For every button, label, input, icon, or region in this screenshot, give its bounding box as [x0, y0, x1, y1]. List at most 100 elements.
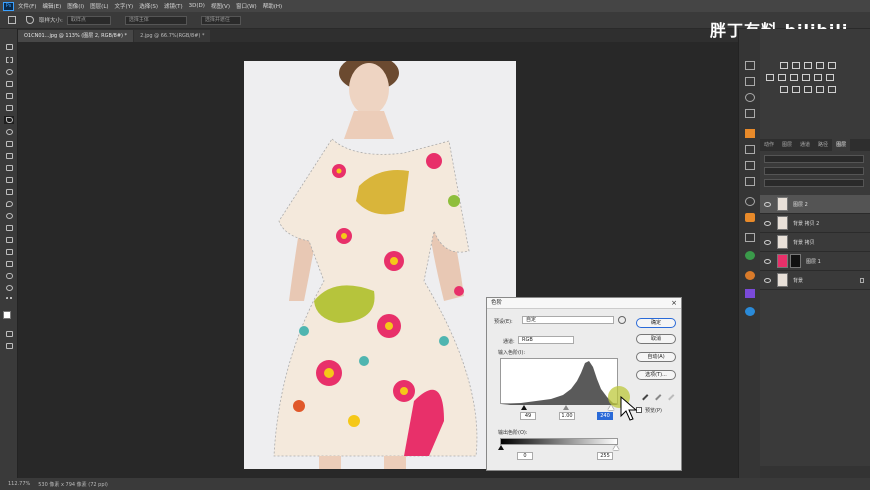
history-panel-icon[interactable] — [745, 61, 755, 70]
color-lookup-adj-icon[interactable] — [826, 74, 834, 81]
channel-mixer-adj-icon[interactable] — [814, 74, 822, 81]
bw-adj-icon[interactable] — [790, 74, 798, 81]
options-button[interactable]: 选项(T)... — [636, 370, 676, 380]
invert-adj-icon[interactable] — [780, 86, 788, 93]
type-tool-icon[interactable] — [4, 236, 14, 244]
color-panel-icon[interactable] — [745, 77, 755, 86]
ok-button[interactable]: 确定 — [636, 318, 676, 328]
plugin-ep-icon[interactable] — [745, 289, 755, 298]
tab-document-2[interactable]: 2.jpg @ 66.7%(RGB/8#) * — [134, 30, 211, 42]
adjustments-panel-icon[interactable] — [745, 109, 755, 118]
blur-tool-icon[interactable] — [4, 200, 14, 208]
path-select-tool-icon[interactable] — [4, 248, 14, 256]
plugin-green-icon[interactable] — [745, 251, 755, 260]
character-panel-icon[interactable] — [745, 145, 755, 154]
menu-filter[interactable]: 滤镜(T) — [164, 2, 183, 10]
menu-file[interactable]: 文件(F) — [18, 2, 36, 10]
brush-panel-icon[interactable] — [745, 177, 755, 186]
quick-select-tool-icon[interactable] — [4, 80, 14, 88]
hue-adj-icon[interactable] — [766, 74, 774, 81]
lasso-tool-icon[interactable] — [4, 68, 14, 76]
history-brush-tool-icon[interactable] — [4, 164, 14, 172]
hand-tool-icon[interactable] — [4, 272, 14, 280]
eyedropper-tool-icon[interactable] — [4, 116, 14, 124]
lock-row[interactable] — [764, 179, 864, 187]
visibility-eye-icon[interactable] — [764, 258, 771, 264]
cancel-button[interactable]: 取消 — [636, 334, 676, 344]
plugin-orange-icon[interactable] — [745, 271, 755, 280]
select-subject-field[interactable]: 选择主体 — [124, 15, 187, 25]
preset-gear-icon[interactable] — [618, 316, 626, 324]
eyedropper-icon[interactable] — [26, 16, 34, 24]
stamp-tool-icon[interactable] — [4, 152, 14, 160]
marquee-tool-icon[interactable] — [4, 56, 14, 64]
move-tool-icon[interactable] — [4, 43, 14, 51]
color-balance-adj-icon[interactable] — [778, 74, 786, 81]
gradient-tool-icon[interactable] — [4, 188, 14, 196]
crop-tool-icon[interactable] — [4, 92, 14, 100]
brush-tool-icon[interactable] — [4, 140, 14, 148]
sample-size-select[interactable]: 取样点 — [66, 15, 111, 25]
zoom-tool-icon[interactable] — [4, 284, 14, 292]
visibility-eye-icon[interactable] — [764, 239, 771, 245]
document-canvas[interactable] — [244, 61, 516, 469]
tab-layers-1[interactable]: 图层 — [778, 139, 796, 151]
levels-adj-icon[interactable] — [792, 62, 800, 69]
home-icon[interactable] — [8, 16, 16, 24]
output-black-field[interactable]: 0 — [517, 452, 533, 460]
menu-edit[interactable]: 编辑(E) — [42, 2, 61, 10]
auto-button[interactable]: 自动(A) — [636, 352, 676, 362]
visibility-eye-icon[interactable] — [764, 220, 771, 226]
layer-row[interactable]: 背景 — [760, 271, 870, 290]
channel-select[interactable]: RGB — [518, 336, 574, 344]
exposure-adj-icon[interactable] — [816, 62, 824, 69]
close-icon[interactable]: × — [671, 299, 677, 307]
tab-document-1[interactable]: O1CN01...jpg @ 113% (图层 2, RGB/8#) * — [18, 30, 134, 42]
close-x-icon[interactable] — [745, 233, 755, 242]
layer-row[interactable]: 背景 拷贝 — [760, 233, 870, 252]
more-tools-icon[interactable] — [4, 296, 14, 304]
threshold-adj-icon[interactable] — [804, 86, 812, 93]
frame-tool-icon[interactable] — [4, 104, 14, 112]
input-black-slider[interactable] — [521, 405, 527, 410]
shape-tool-icon[interactable] — [4, 260, 14, 268]
menu-view[interactable]: 视图(V) — [211, 2, 230, 10]
vibrance-adj-icon[interactable] — [828, 62, 836, 69]
menu-select[interactable]: 选择(S) — [139, 2, 158, 10]
tab-channels[interactable]: 通道 — [796, 139, 814, 151]
eraser-tool-icon[interactable] — [4, 176, 14, 184]
plugin-blue-icon[interactable] — [745, 307, 755, 316]
visibility-eye-icon[interactable] — [764, 201, 771, 207]
menu-window[interactable]: 窗口(W) — [236, 2, 257, 10]
quick-mask-icon[interactable] — [4, 330, 14, 338]
select-mask-field[interactable]: 选择并遮住 — [200, 15, 241, 25]
3d-panel-icon[interactable] — [745, 213, 755, 222]
swatches-panel-icon[interactable] — [745, 93, 755, 102]
photo-filter-adj-icon[interactable] — [802, 74, 810, 81]
input-black-field[interactable]: 49 — [520, 412, 536, 420]
posterize-adj-icon[interactable] — [792, 86, 800, 93]
zoom-level[interactable]: 112.77% — [8, 481, 30, 487]
input-white-field[interactable]: 240 — [597, 412, 613, 420]
selective-color-adj-icon[interactable] — [828, 86, 836, 93]
properties-panel-icon[interactable] — [745, 197, 755, 206]
menu-3d[interactable]: 3D(D) — [189, 3, 205, 9]
preset-select[interactable]: 自定 — [522, 316, 614, 324]
screen-mode-icon[interactable] — [4, 342, 14, 350]
layer-row[interactable]: 图层 2 — [760, 195, 870, 214]
menu-help[interactable]: 帮助(H) — [263, 2, 282, 10]
layer-row[interactable]: 背景 拷贝 2 — [760, 214, 870, 233]
input-gamma-slider[interactable] — [563, 405, 569, 410]
input-gamma-field[interactable]: 1.00 — [559, 412, 575, 420]
healing-tool-icon[interactable] — [4, 128, 14, 136]
visibility-eye-icon[interactable] — [764, 277, 771, 283]
curves-adj-icon[interactable] — [804, 62, 812, 69]
gradient-map-adj-icon[interactable] — [816, 86, 824, 93]
brightness-adj-icon[interactable] — [780, 62, 788, 69]
tools-x-icon[interactable] — [745, 129, 755, 138]
output-white-field[interactable]: 255 — [597, 452, 613, 460]
dodge-tool-icon[interactable] — [4, 212, 14, 220]
tab-paths[interactable]: 路径 — [814, 139, 832, 151]
paragraph-panel-icon[interactable] — [745, 161, 755, 170]
menu-type[interactable]: 文字(Y) — [115, 2, 134, 10]
